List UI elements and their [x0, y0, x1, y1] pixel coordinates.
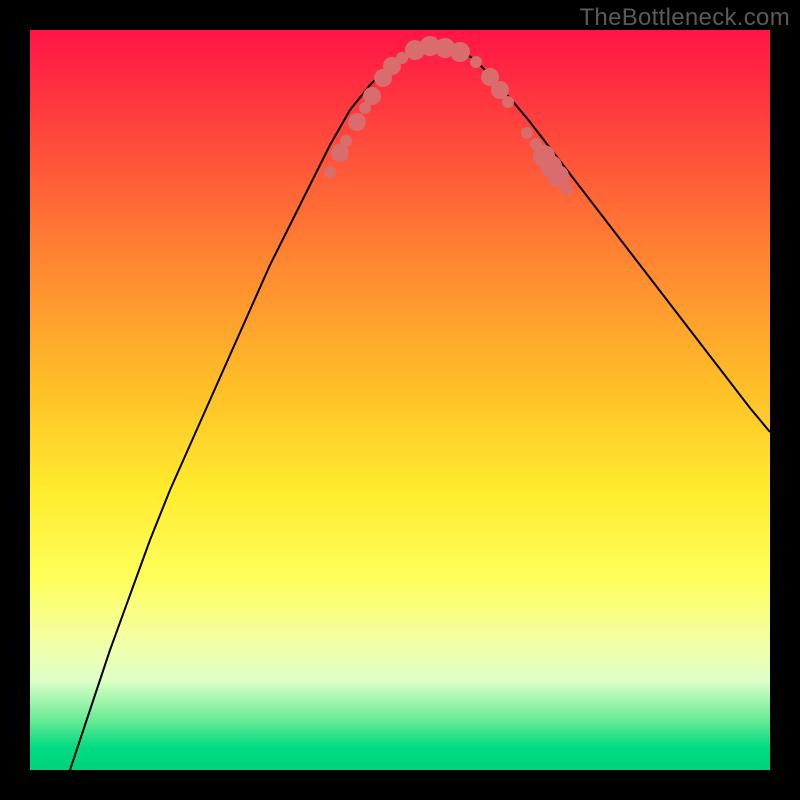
chart-gradient-area [30, 30, 770, 770]
marker-group [324, 36, 573, 195]
chart-svg [30, 30, 770, 770]
bottleneck-curve-right [425, 46, 770, 432]
watermark-text: TheBottleneck.com [579, 4, 790, 32]
data-marker [340, 135, 352, 147]
bottleneck-curve-left [70, 46, 425, 770]
data-marker [324, 166, 336, 178]
data-marker [450, 42, 470, 62]
data-marker [470, 56, 482, 68]
data-marker [561, 183, 573, 195]
data-marker [363, 87, 381, 105]
data-marker [502, 96, 514, 108]
data-marker [348, 113, 366, 131]
data-marker [521, 127, 533, 139]
